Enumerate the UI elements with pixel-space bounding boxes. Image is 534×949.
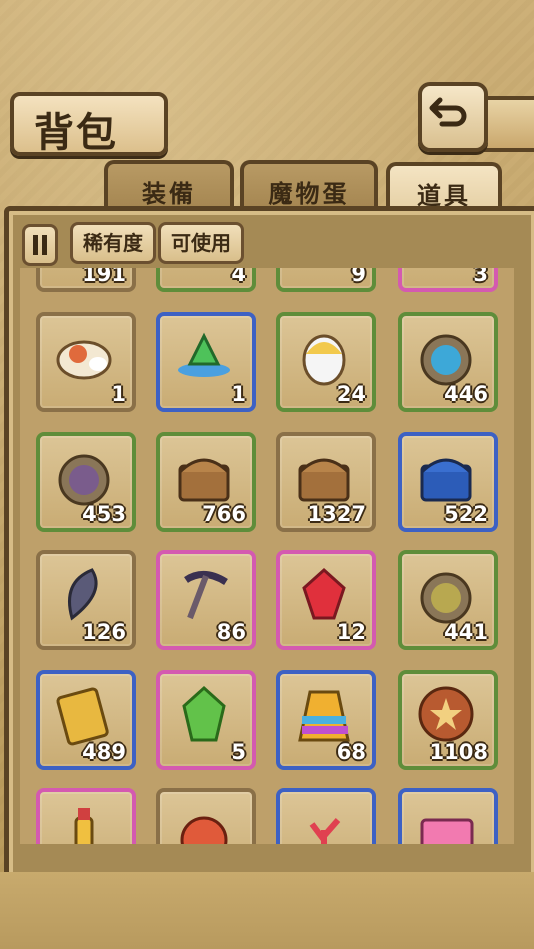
purple-medal-icon: [58, 454, 110, 506]
item-slot[interactable]: 522: [398, 432, 498, 532]
wood-chest-icon: [178, 458, 230, 502]
item-slot[interactable]: 12: [276, 550, 376, 650]
item-count: 191: [82, 268, 126, 286]
blue-medal-icon: [420, 334, 472, 386]
item-count: 86: [216, 620, 246, 644]
item-count: 441: [444, 620, 488, 644]
item-count: 4: [231, 268, 246, 286]
item-count: 24: [336, 382, 366, 406]
filter-usable-button[interactable]: 可使用: [158, 222, 244, 264]
item-count: 522: [444, 502, 488, 526]
title-plate: 背包: [10, 92, 168, 156]
page-title: 背包: [34, 110, 118, 156]
item-slot[interactable]: 441: [398, 550, 498, 650]
item-count: 1108: [429, 740, 488, 764]
pause-toggle-icon[interactable]: [22, 224, 58, 266]
item-slot[interactable]: 5: [156, 670, 256, 770]
item-count: 1: [111, 382, 126, 406]
item-count: 5: [231, 740, 246, 764]
item-grid[interactable]: 191 4 9 3 1 1 24 446 453 766 1327 522 126 86 12 441 489 5…: [20, 268, 514, 844]
red-gem-icon: [302, 567, 346, 620]
tab-monster-eggs-label: 魔物蛋: [268, 180, 350, 208]
potion-bottle-icon: [74, 808, 94, 844]
item-count: 9: [351, 268, 366, 286]
rice-bag-icon: [56, 340, 112, 380]
item-slot-partial[interactable]: 3: [398, 268, 498, 292]
item-count: 68: [336, 740, 366, 764]
gold-tag-icon: [56, 687, 109, 746]
filter-usable-label: 可使用: [171, 231, 231, 255]
item-slot[interactable]: 453: [36, 432, 136, 532]
green-gem-icon: [182, 685, 226, 742]
item-slot[interactable]: 24: [276, 312, 376, 412]
item-slot[interactable]: 446: [398, 312, 498, 412]
item-slot[interactable]: 1327: [276, 432, 376, 532]
crab-claw-icon: [180, 816, 228, 844]
green-medal-icon: [420, 572, 472, 624]
item-count: 489: [82, 740, 126, 764]
item-slot[interactable]: 68: [276, 670, 376, 770]
rainbow-cloth-icon: [298, 690, 350, 742]
tab-equipment-label: 装備: [142, 180, 196, 208]
back-button[interactable]: [418, 82, 488, 152]
item-slot[interactable]: 126: [36, 550, 136, 650]
bronze-coin-icon: [418, 686, 474, 742]
item-slot[interactable]: 489: [36, 670, 136, 770]
filter-bar: 稀有度 可使用: [16, 220, 518, 266]
blue-chest-icon: [420, 458, 472, 502]
item-slot[interactable]: 86: [156, 550, 256, 650]
item-slot[interactable]: [36, 788, 136, 844]
item-count: 12: [336, 620, 366, 644]
item-slot-partial[interactable]: 9: [276, 268, 376, 292]
item-slot[interactable]: [156, 788, 256, 844]
footer-bar: [0, 872, 534, 949]
item-count: 1: [231, 382, 246, 406]
item-count: 766: [202, 502, 246, 526]
item-slot[interactable]: [276, 788, 376, 844]
item-slot[interactable]: 1: [156, 312, 256, 412]
egg-icon: [302, 334, 346, 386]
wood-chest-icon: [298, 458, 350, 502]
item-count: 1327: [307, 502, 366, 526]
filter-rarity-label: 稀有度: [83, 231, 143, 255]
back-arrow-icon: [429, 97, 467, 127]
item-count: 446: [444, 382, 488, 406]
green-crystal-icon: [178, 332, 230, 377]
item-count: 3: [473, 268, 488, 286]
item-slot[interactable]: 1: [36, 312, 136, 412]
item-slot[interactable]: [398, 788, 498, 844]
feather-icon: [68, 568, 98, 621]
item-slot[interactable]: 766: [156, 432, 256, 532]
coral-icon: [309, 818, 341, 844]
filter-rarity-button[interactable]: 稀有度: [70, 222, 156, 264]
item-slot-partial[interactable]: 4: [156, 268, 256, 292]
pink-ticket-icon: [420, 818, 474, 844]
item-count: 126: [82, 620, 126, 644]
item-count: 453: [82, 502, 126, 526]
item-slot-partial[interactable]: 191: [36, 268, 136, 292]
pickaxe-icon: [184, 571, 228, 620]
item-slot[interactable]: 1108: [398, 670, 498, 770]
